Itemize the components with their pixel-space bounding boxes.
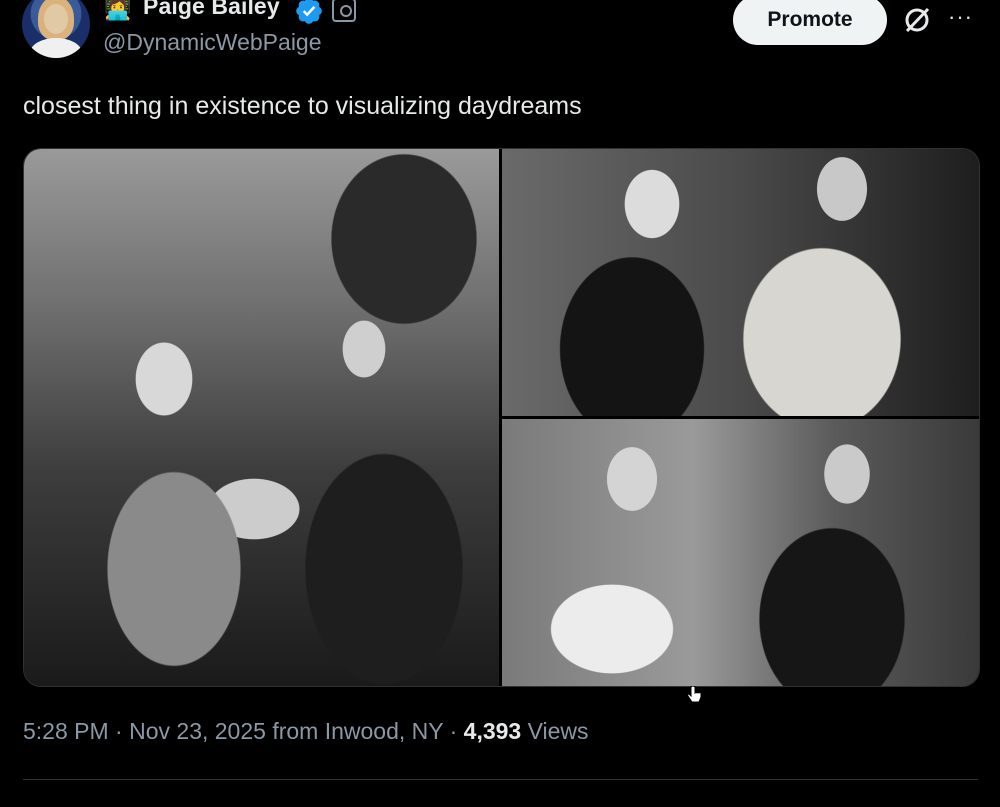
- grok-icon[interactable]: [901, 4, 933, 36]
- author-name[interactable]: Paige Bailey: [143, 0, 280, 20]
- media-image-bongo-drums[interactable]: [502, 149, 979, 416]
- affiliation-badge-icon: [332, 0, 356, 22]
- tweet-time[interactable]: 5:28 PM: [23, 718, 109, 744]
- media-grid: [23, 148, 980, 687]
- tweet-location: from Inwood, NY: [272, 718, 444, 744]
- more-options-icon[interactable]: ···: [948, 4, 973, 30]
- views-label: Views: [527, 718, 589, 744]
- media-image-jazz-club[interactable]: [24, 149, 499, 686]
- tweet-meta: 5:28 PM · Nov 23, 2025 from Inwood, NY ·…: [23, 718, 589, 745]
- profile-avatar[interactable]: [22, 0, 90, 58]
- meta-separator: ·: [449, 718, 458, 744]
- media-divider: [502, 416, 979, 419]
- views-count: 4,393: [463, 718, 522, 744]
- author-handle[interactable]: @DynamicWebPaige: [103, 29, 322, 56]
- hand-cursor-icon: [687, 686, 702, 703]
- promote-button[interactable]: Promote: [733, 0, 887, 45]
- media-image-guitar-piano[interactable]: [502, 419, 979, 686]
- meta-separator: ·: [115, 718, 123, 744]
- tweet-date[interactable]: Nov 23, 2025: [129, 718, 266, 744]
- name-emoji: 👩‍💻: [104, 0, 132, 21]
- verified-badge-icon: [296, 0, 322, 24]
- divider: [23, 779, 978, 780]
- tweet-text: closest thing in existence to visualizin…: [23, 92, 582, 120]
